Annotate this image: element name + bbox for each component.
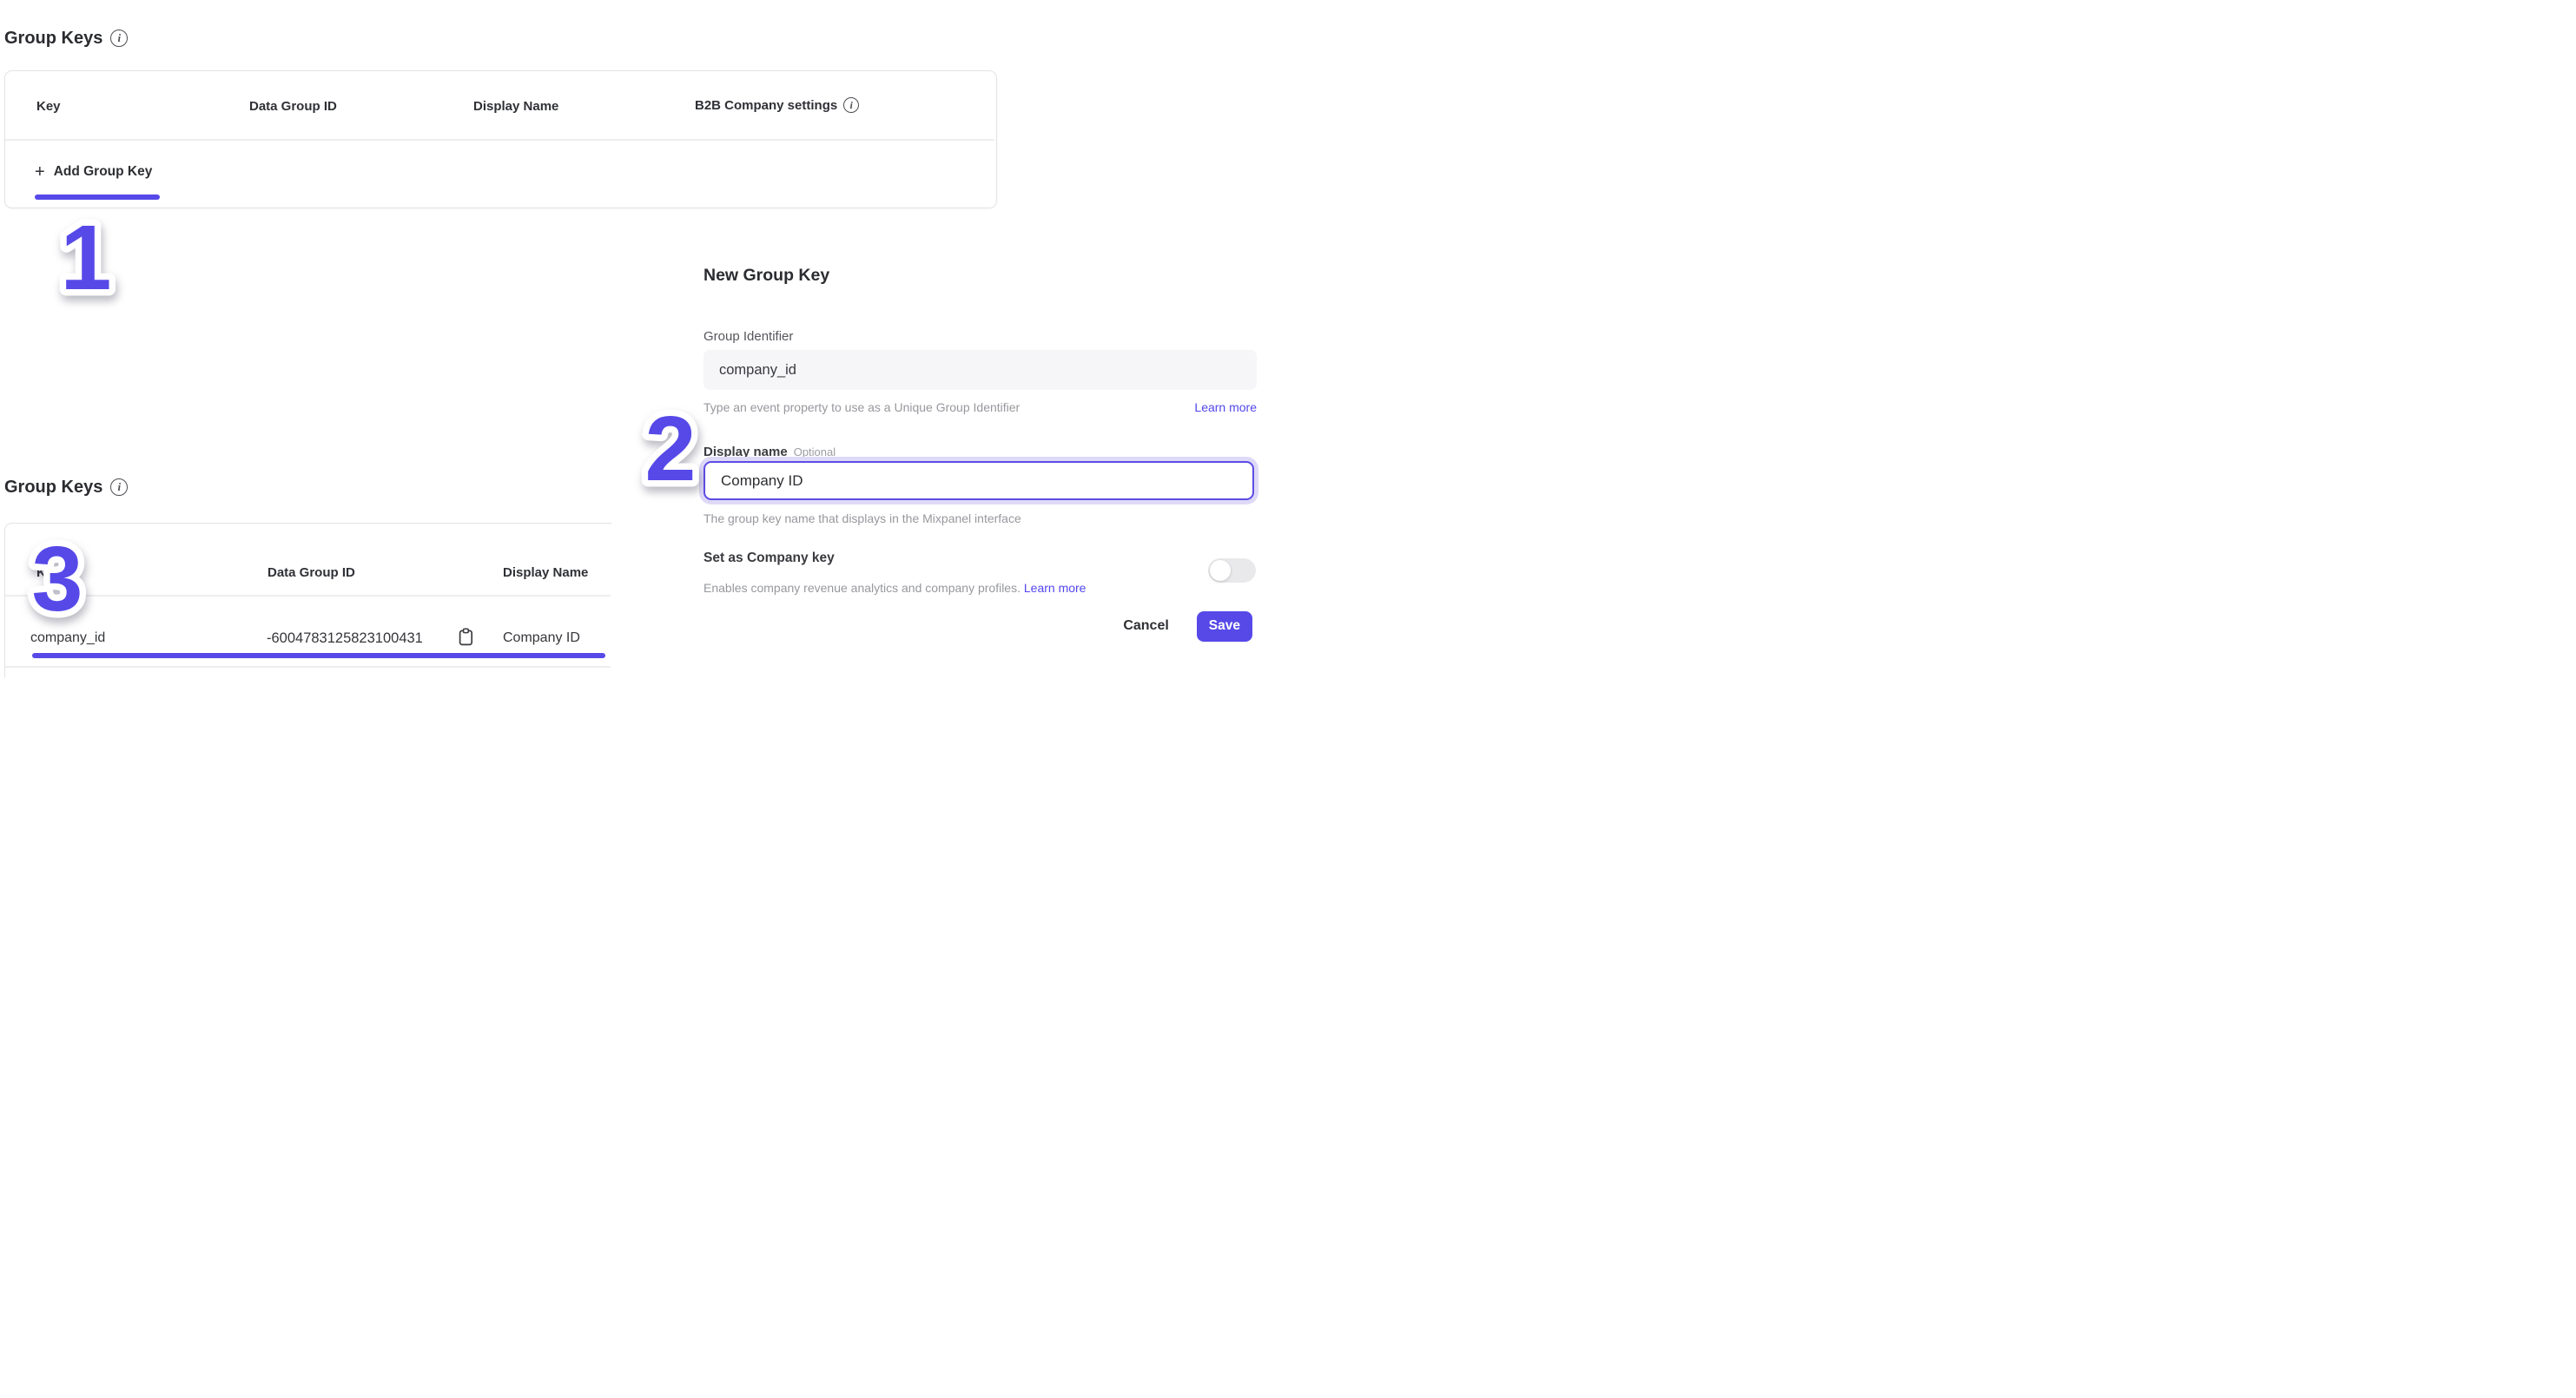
- svg-text:2: 2: [645, 398, 697, 500]
- optional-hint: Optional: [794, 445, 836, 458]
- column-header-display-name: Display Name: [503, 565, 588, 580]
- page: Group Keys i Key Data Group ID Display N…: [0, 0, 1288, 699]
- step1-highlight-underline: [35, 195, 160, 200]
- new-group-key-title: New Group Key: [703, 266, 829, 286]
- plus-icon: +: [35, 164, 45, 180]
- toggle-knob: [1210, 560, 1231, 581]
- add-group-key-button[interactable]: + Add Group Key: [35, 164, 152, 180]
- row-data-group-id-cell: -6004783125823100431: [267, 630, 423, 647]
- copy-icon[interactable]: [459, 628, 473, 650]
- column-header-display-name: Display Name: [473, 99, 558, 114]
- row-display-name-cell: Company ID: [503, 630, 580, 646]
- add-group-key-label: Add Group Key: [54, 164, 153, 180]
- column-header-key: Key: [36, 99, 61, 114]
- info-icon[interactable]: i: [110, 30, 128, 47]
- display-name-help: The group key name that displays in the …: [703, 511, 1021, 525]
- display-name-input[interactable]: [703, 461, 1254, 500]
- group-identifier-input[interactable]: [703, 350, 1257, 390]
- save-button[interactable]: Save: [1197, 611, 1252, 642]
- info-icon[interactable]: i: [110, 478, 128, 496]
- table-header-divider: [5, 139, 994, 141]
- group-keys-heading-top: Group Keys i: [4, 28, 128, 49]
- svg-text:1: 1: [61, 207, 112, 309]
- display-name-label: Display nameOptional: [703, 445, 836, 459]
- annotation-step-1: 1: [43, 206, 129, 303]
- company-key-toggle[interactable]: [1208, 558, 1256, 583]
- info-icon[interactable]: i: [843, 97, 859, 113]
- group-keys-title: Group Keys: [4, 477, 102, 498]
- cancel-button[interactable]: Cancel: [1118, 617, 1173, 635]
- learn-more-link[interactable]: Learn more: [1024, 581, 1087, 595]
- row-key-cell: company_id: [30, 630, 105, 646]
- step3-highlight-underline: [32, 653, 605, 658]
- learn-more-link[interactable]: Learn more: [1194, 400, 1257, 414]
- group-identifier-help: Type an event property to use as a Uniqu…: [703, 400, 1020, 414]
- column-header-data-group-id: Data Group ID: [249, 99, 337, 114]
- column-header-data-group-id: Data Group ID: [268, 565, 355, 580]
- table-row-divider: [5, 666, 611, 668]
- set-company-key-label: Set as Company key: [703, 551, 835, 566]
- form-actions: Cancel Save: [703, 610, 1252, 642]
- group-keys-heading-bottom: Group Keys i: [4, 477, 128, 498]
- company-key-help: Enables company revenue analytics and co…: [703, 581, 1086, 595]
- column-header-b2b-settings: B2B Company settings i: [695, 97, 859, 113]
- group-identifier-help-row: Type an event property to use as a Uniqu…: [703, 400, 1257, 414]
- svg-text:3: 3: [32, 528, 83, 630]
- group-keys-title: Group Keys: [4, 28, 102, 49]
- annotation-step-2: 2: [627, 397, 714, 494]
- group-identifier-label: Group Identifier: [703, 329, 793, 344]
- annotation-step-3: 3: [14, 527, 101, 624]
